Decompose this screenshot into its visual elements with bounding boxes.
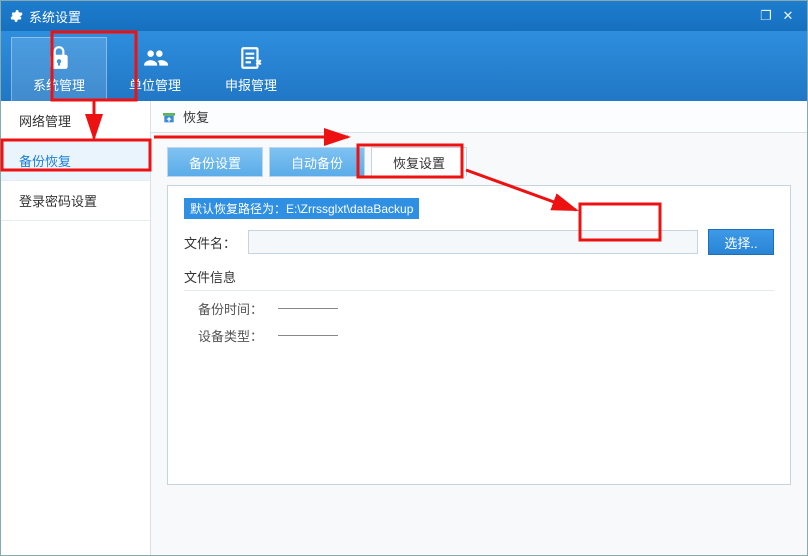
file-row: 文件名： 选择.. [184,229,774,255]
toolbar-item-label: 单位管理 [129,75,181,94]
tab-label: 自动备份 [291,153,343,172]
file-input[interactable] [248,230,698,254]
default-path-note: 默认恢复路径为：E:\Zrrssglxt\dataBackup [184,198,419,219]
backup-time-label: 备份时间： [198,299,278,318]
sidebar-item-network[interactable]: 网络管理 [1,101,150,141]
tab-auto-backup[interactable]: 自动备份 [269,147,365,177]
toolbar-item-org[interactable]: 单位管理 [107,37,203,101]
sidebar: 网络管理 备份恢复 登录密码设置 [1,101,151,555]
backup-time-row: 备份时间： [198,299,774,318]
toolbar-item-declare[interactable]: 申报管理 [203,37,299,101]
breadcrumb: 恢复 [151,101,807,133]
form-icon [238,45,264,71]
device-type-value [278,335,338,336]
sidebar-item-label: 登录密码设置 [19,194,97,209]
content: 备份设置 自动备份 恢复设置 默认恢复路径为：E:\Zrrssglxt\data… [151,133,807,555]
gear-icon [9,9,23,23]
file-label: 文件名： [184,233,248,252]
tab-backup-settings[interactable]: 备份设置 [167,147,263,177]
device-type-row: 设备类型： [198,326,774,345]
main-toolbar: 系统管理 单位管理 申报管理 [1,31,807,101]
sidebar-item-backup[interactable]: 备份恢复 [1,141,150,181]
window-title: 系统设置 [29,7,81,26]
tab-restore-settings[interactable]: 恢复设置 [371,147,467,177]
sidebar-item-label: 备份恢复 [19,154,71,169]
restore-panel: 默认恢复路径为：E:\Zrrssglxt\dataBackup 文件名： 选择.… [167,185,791,485]
tab-label: 备份设置 [189,153,241,172]
body: 网络管理 备份恢复 登录密码设置 恢复 备份设置 自动备份 恢复设置 默认恢复路… [1,101,807,555]
choose-file-button[interactable]: 选择.. [708,229,774,255]
toolbar-item-system[interactable]: 系统管理 [11,37,107,101]
close-window-button[interactable]: ✕ [777,8,799,24]
tab-label: 恢复设置 [393,153,445,172]
restore-icon [161,109,177,125]
toolbar-item-label: 申报管理 [225,75,277,94]
sidebar-item-password[interactable]: 登录密码设置 [1,181,150,221]
sidebar-item-label: 网络管理 [19,114,71,129]
title-bar: 系统设置 ❐ ✕ [1,1,807,31]
tab-bar: 备份设置 自动备份 恢复设置 [167,147,791,177]
device-type-label: 设备类型： [198,326,278,345]
backup-time-value [278,308,338,309]
users-icon [142,45,168,71]
file-info-title: 文件信息 [184,267,774,291]
main-area: 恢复 备份设置 自动备份 恢复设置 默认恢复路径为：E:\Zrrssglxt\d… [151,101,807,555]
lock-icon [46,45,72,71]
toolbar-item-label: 系统管理 [33,75,85,94]
breadcrumb-label: 恢复 [183,107,209,126]
app-window: 系统设置 ❐ ✕ 系统管理 单位管理 申报管理 网络管理 备份恢复 [0,0,808,556]
restore-window-button[interactable]: ❐ [755,8,777,24]
